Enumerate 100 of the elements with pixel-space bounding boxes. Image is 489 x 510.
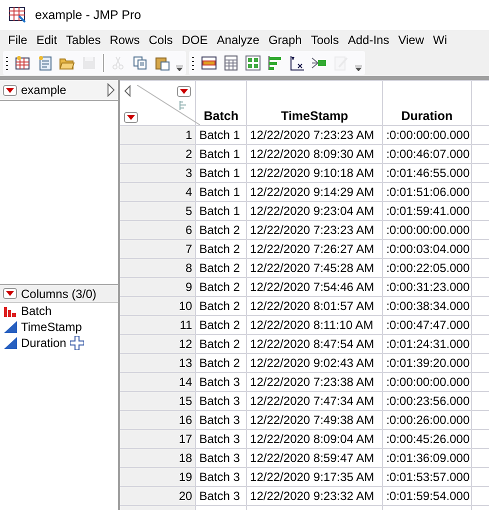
menu-item[interactable]: Tables xyxy=(63,33,107,47)
table-cell: :0:00:45:26.000 xyxy=(382,430,472,448)
row-number[interactable]: 12 xyxy=(120,334,196,354)
table-cell: :0:00:47:47.000 xyxy=(382,316,472,334)
row-number[interactable]: 6 xyxy=(120,220,196,240)
connect-icon[interactable] xyxy=(311,55,327,71)
table-cell: Batch 2 xyxy=(196,258,247,278)
row-number[interactable]: 16 xyxy=(120,410,196,430)
menu-item[interactable]: File xyxy=(5,33,34,47)
table-cell: :0:00:03:04.000 xyxy=(382,240,472,258)
row-number[interactable]: 4 xyxy=(120,182,196,202)
table-cell: :0:00:22:05.000 xyxy=(382,258,472,278)
row-number[interactable]: 19 xyxy=(120,468,196,486)
row-number[interactable]: 17 xyxy=(120,430,196,448)
table-cell: :0:00:38:34.000 xyxy=(382,296,472,316)
menu-item[interactable]: DOE xyxy=(178,33,214,47)
table-cell: 12/22/2020 9:10:18 AM xyxy=(246,164,383,182)
paste-icon[interactable] xyxy=(154,55,170,71)
tabulate-icon[interactable] xyxy=(223,55,239,71)
table-cell: 12/22/2020 7:49:38 AM xyxy=(246,410,383,430)
new-script-icon[interactable] xyxy=(37,55,53,71)
table-cell: :0:01:39:20.000 xyxy=(382,354,472,372)
new-table-icon[interactable] xyxy=(15,55,31,71)
column-header[interactable]: TimeStamp xyxy=(246,80,383,126)
row-number[interactable]: 20 xyxy=(120,486,196,506)
row-number[interactable]: 1 xyxy=(120,126,196,144)
table-cell: 12/22/2020 8:09:30 AM xyxy=(246,144,383,164)
table-cell: Batch 2 xyxy=(196,220,247,240)
table-cell: :0:00:00:00.000 xyxy=(382,126,472,144)
table-cell: :0:01:51:06.000 xyxy=(382,182,472,202)
table-cell: :0:01:53:57.000 xyxy=(382,468,472,486)
table-cell: Batch 3 xyxy=(196,372,247,392)
table-cell: Batch 3 xyxy=(196,448,247,468)
row-number[interactable]: 3 xyxy=(120,164,196,182)
row-number[interactable]: 11 xyxy=(120,316,196,334)
dropdown-icon[interactable] xyxy=(3,84,17,96)
table-cell: :0:00:26:00.000 xyxy=(382,410,472,430)
table-cell: :0:00:31:23.000 xyxy=(382,278,472,296)
table-cell: :0:00:46:07.000 xyxy=(382,144,472,164)
table-cell: 12/22/2020 7:45:28 AM xyxy=(246,258,383,278)
menu-item[interactable]: Edit xyxy=(33,33,64,47)
menu-item[interactable]: Add-Ins xyxy=(344,33,396,47)
table-cell: Batch 3 xyxy=(196,430,247,448)
collapse-triangle-icon[interactable] xyxy=(124,85,131,97)
menu-item[interactable]: View xyxy=(395,33,430,47)
menu-item[interactable]: Graph xyxy=(265,33,308,47)
overflow-chevron-icon[interactable] xyxy=(355,65,362,71)
menu-item[interactable]: Cols xyxy=(146,33,179,47)
column-name[interactable]: Batch xyxy=(21,304,52,318)
data-table-icon xyxy=(9,7,27,23)
expand-triangle-icon[interactable] xyxy=(107,83,115,97)
table-cell: 12/22/2020 9:23:04 AM xyxy=(246,202,383,220)
columns-panel-title: Columns (3/0) xyxy=(21,286,96,300)
grid-icon[interactable] xyxy=(245,55,261,71)
table-cell: Batch 3 xyxy=(196,392,247,410)
row-number[interactable]: 15 xyxy=(120,392,196,410)
table-cell: 12/22/2020 7:23:23 AM xyxy=(246,126,383,144)
overflow-chevron-icon[interactable] xyxy=(176,65,183,71)
table-cell: Batch 2 xyxy=(196,240,247,258)
menu-item[interactable]: Rows xyxy=(106,33,146,47)
menu-item[interactable]: Wi xyxy=(430,33,453,47)
table-cell: :0:01:36:09.000 xyxy=(382,448,472,468)
table-cell: 12/22/2020 7:26:27 AM xyxy=(246,240,383,258)
menu-item[interactable]: Analyze xyxy=(214,33,266,47)
row-number[interactable]: 18 xyxy=(120,448,196,468)
table-cell: Batch 2 xyxy=(196,296,247,316)
data-table-icon[interactable] xyxy=(201,55,217,71)
table-cell: Batch 2 xyxy=(196,316,247,334)
row-number[interactable]: 9 xyxy=(120,278,196,296)
row-number[interactable]: 8 xyxy=(120,258,196,278)
bars-icon[interactable] xyxy=(267,55,283,71)
menu-item[interactable]: Tools xyxy=(308,33,345,47)
table-cell: :0:00:00:00.000 xyxy=(382,372,472,392)
column-name[interactable]: TimeStamp xyxy=(21,320,82,334)
table-cell: :0:01:24:31.000 xyxy=(382,334,472,354)
table-cell: Batch 3 xyxy=(196,486,247,506)
row-number[interactable]: 10 xyxy=(120,296,196,316)
dropdown-icon[interactable] xyxy=(3,288,17,299)
column-name[interactable]: Duration xyxy=(21,336,66,350)
row-number[interactable]: 5 xyxy=(120,202,196,220)
table-cell: 12/22/2020 8:47:54 AM xyxy=(246,334,383,354)
dropdown-icon[interactable] xyxy=(177,86,192,97)
row-number[interactable]: 7 xyxy=(120,240,196,258)
table-name: example xyxy=(21,83,68,97)
copy-icon[interactable] xyxy=(132,55,148,71)
table-cell: 12/22/2020 9:17:35 AM xyxy=(246,468,383,486)
window-title: example - JMP Pro xyxy=(35,8,142,22)
row-number[interactable]: 14 xyxy=(120,372,196,392)
row-number[interactable]: 13 xyxy=(120,354,196,372)
column-header[interactable]: Batch xyxy=(196,80,247,126)
table-cell: Batch 1 xyxy=(196,126,247,144)
dropdown-icon[interactable] xyxy=(124,112,138,123)
row-number[interactable]: 2 xyxy=(120,144,196,164)
table-cell: Batch 2 xyxy=(196,354,247,372)
table-cell: 12/22/2020 7:47:34 AM xyxy=(246,392,383,410)
column-header[interactable]: Duration xyxy=(382,80,472,126)
table-cell: Batch 1 xyxy=(196,144,247,164)
yx-icon[interactable] xyxy=(289,55,305,71)
table-cell: Batch 1 xyxy=(196,202,247,220)
table-cell: 12/22/2020 8:11:10 AM xyxy=(246,316,383,334)
